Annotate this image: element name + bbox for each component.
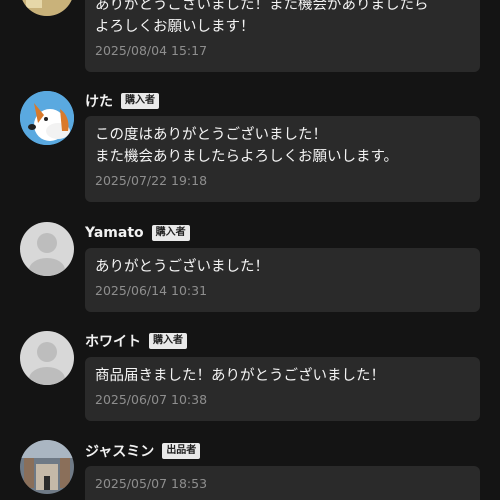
role-badge: 購入者: [149, 333, 187, 349]
comment-message: この度はありがとうございました！ また機会ありましたらよろしくお願いします。: [95, 127, 399, 165]
role-badge: 購入者: [151, 225, 190, 241]
comment-bubble: ありがとうございました！ 2025/06/14 10:31: [85, 248, 480, 312]
avatar[interactable]: [20, 440, 74, 494]
comment-timestamp: 2025/07/22 19:18: [95, 173, 208, 188]
dog-icon: [20, 91, 74, 145]
comment-header: ジャスミン 出品者: [85, 440, 201, 462]
commenter-name[interactable]: ホワイト: [85, 331, 141, 351]
avatar[interactable]: [20, 331, 74, 385]
comment-bubble: この度はありがとうございました！ また機会ありましたらよろしくお願いします。 2…: [85, 116, 480, 202]
comment-timestamp: 2025/06/07 10:38: [95, 392, 208, 407]
comment-bubble: ありがとうございました！また機会がありましたら よろしくお願いします！ 2025…: [85, 0, 480, 72]
comment-timestamp: 2025/05/07 18:53: [95, 476, 208, 491]
comment-timestamp: 2025/08/04 15:17: [95, 43, 208, 58]
photo-icon: [20, 0, 74, 16]
role-badge: 購入者: [121, 93, 159, 109]
comment-message: ありがとうございました！: [95, 259, 269, 275]
role-badge: 出品者: [162, 443, 201, 459]
avatar[interactable]: [20, 91, 74, 145]
comment-message: ありがとうございました！また機会がありましたら よろしくお願いします！: [95, 0, 429, 35]
avatar[interactable]: [20, 222, 74, 276]
comment-message: 商品届きました！ありがとうございました！: [95, 368, 385, 384]
comment-feed: ありがとうございました！また機会がありましたら よろしくお願いします！ 2025…: [0, 0, 500, 500]
comment-bubble: 2025/05/07 18:53: [85, 466, 480, 500]
comment-header: Yamato 購入者: [85, 222, 190, 244]
comment-header: ホワイト 購入者: [85, 330, 187, 352]
photo-icon: [20, 440, 74, 494]
comment-header: けた 購入者: [85, 90, 159, 112]
avatar[interactable]: [20, 0, 74, 16]
comment-bubble: 商品届きました！ありがとうございました！ 2025/06/07 10:38: [85, 357, 480, 421]
commenter-name[interactable]: Yamato: [85, 225, 144, 241]
default-user-icon: [20, 331, 74, 385]
comment-timestamp: 2025/06/14 10:31: [95, 283, 208, 298]
default-user-icon: [20, 222, 74, 276]
commenter-name[interactable]: けた: [85, 91, 113, 111]
commenter-name[interactable]: ジャスミン: [85, 441, 154, 461]
